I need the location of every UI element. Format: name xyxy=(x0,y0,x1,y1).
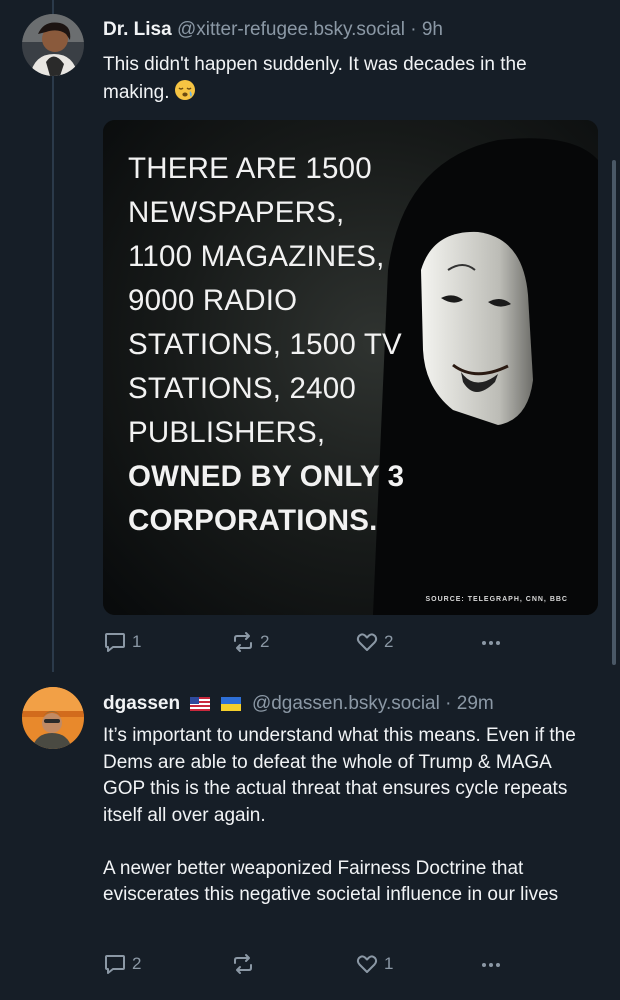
avatar[interactable] xyxy=(22,687,84,749)
more-icon xyxy=(482,963,500,967)
author-handle[interactable]: @dgassen.bsky.social xyxy=(252,693,440,714)
post-text-wrap: This didn't happen suddenly. It was deca… xyxy=(103,52,593,109)
meme-line: 1100 MAGAZINES, xyxy=(128,240,385,273)
like-count: 2 xyxy=(384,632,394,651)
post-item[interactable]: dgassen @dgassen.bsky.social · 29m It’s … xyxy=(0,680,620,1000)
reply-button[interactable]: 2 xyxy=(103,952,141,976)
reply-count: 2 xyxy=(132,954,142,973)
meme-bold-line: CORPORATIONS. xyxy=(128,504,378,537)
meme-line: STATIONS, 2400 xyxy=(128,372,356,405)
repost-icon xyxy=(234,632,252,652)
post-header: dgassen @dgassen.bsky.social · 29m xyxy=(103,692,494,718)
meme-text: THERE ARE 1500 NEWSPAPERS, 1100 MAGAZINE… xyxy=(128,147,404,543)
meme-line: THERE ARE 1500 xyxy=(128,152,372,185)
sleepy-face-emoji-icon xyxy=(174,79,196,110)
post-time[interactable]: 9h xyxy=(422,19,443,40)
reply-icon xyxy=(105,955,125,974)
meme-source: SOURCE: TELEGRAPH, CNN, BBC xyxy=(425,596,568,603)
heart-icon xyxy=(356,633,378,651)
heart-icon xyxy=(356,955,378,973)
meme-line: STATIONS, 1500 TV xyxy=(128,328,402,361)
ukraine-flag-icon xyxy=(220,694,241,718)
avatar[interactable] xyxy=(22,14,84,76)
meme-line: PUBLISHERS, xyxy=(128,416,326,449)
meme-line: 9000 RADIO xyxy=(128,284,298,317)
post-actions: 2 1 xyxy=(103,952,523,980)
repost-button[interactable] xyxy=(231,952,260,976)
post-item[interactable]: Dr. Lisa @xitter-refugee.bsky.social · 9… xyxy=(0,0,620,680)
post-text: This didn't happen suddenly. It was deca… xyxy=(103,54,532,103)
author-name[interactable]: Dr. Lisa xyxy=(103,19,172,40)
more-options-button[interactable] xyxy=(479,630,508,654)
author-name[interactable]: dgassen xyxy=(103,693,180,714)
post-feed: Dr. Lisa @xitter-refugee.bsky.social · 9… xyxy=(0,0,620,1000)
meme-bold-line: OWNED BY ONLY 3 xyxy=(128,460,405,493)
separator-dot: · xyxy=(445,693,452,714)
more-options-button[interactable] xyxy=(479,952,508,976)
like-count: 1 xyxy=(384,954,394,973)
repost-button[interactable]: 2 xyxy=(231,630,269,654)
reply-button[interactable]: 1 xyxy=(103,630,141,654)
like-button[interactable]: 1 xyxy=(355,952,393,976)
post-image[interactable]: THERE ARE 1500 NEWSPAPERS, 1100 MAGAZINE… xyxy=(103,120,598,615)
separator-dot: · xyxy=(410,19,417,40)
us-flag-icon xyxy=(190,694,211,718)
post-header: Dr. Lisa @xitter-refugee.bsky.social · 9… xyxy=(103,18,443,42)
post-actions: 1 2 2 xyxy=(103,630,523,658)
repost-count: 2 xyxy=(260,632,270,651)
post-time[interactable]: 29m xyxy=(457,693,494,714)
more-icon xyxy=(482,641,500,645)
reply-icon xyxy=(105,633,125,652)
author-handle[interactable]: @xitter-refugee.bsky.social xyxy=(177,19,405,40)
post-text: It’s important to understand what this m… xyxy=(103,725,576,905)
repost-icon xyxy=(234,954,252,974)
reply-count: 1 xyxy=(132,632,142,651)
like-button[interactable]: 2 xyxy=(355,630,393,654)
meme-line: NEWSPAPERS, xyxy=(128,196,345,229)
